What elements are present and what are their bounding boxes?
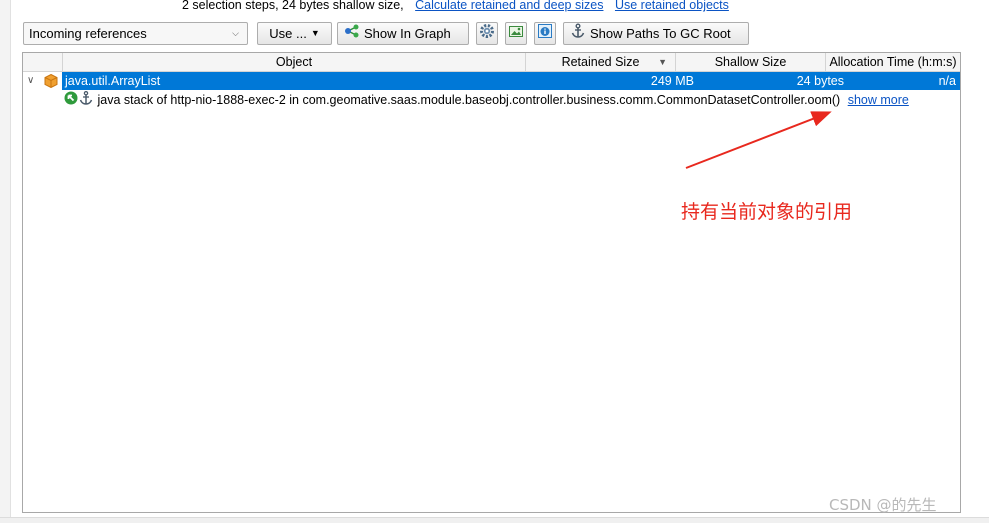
export-image-button[interactable]: [505, 22, 527, 45]
selection-info-text: 2 selection steps, 24 bytes shallow size…: [182, 0, 404, 12]
use-button-label: Use ...: [269, 26, 307, 41]
gc-root-arrow-icon: [64, 91, 78, 110]
object-cube-icon: [44, 74, 58, 88]
column-header-shallow-size[interactable]: Shallow Size: [676, 53, 826, 71]
info-icon: [537, 23, 553, 45]
collapse-arrow-icon[interactable]: ∨: [27, 72, 39, 90]
bottom-panel-edge: [0, 517, 989, 523]
calculate-retained-link[interactable]: Calculate retained and deep sizes: [415, 0, 603, 12]
show-in-graph-button[interactable]: Show In Graph: [337, 22, 469, 45]
settings-button[interactable]: [476, 22, 498, 45]
column-header-object[interactable]: Object: [63, 53, 526, 71]
column-header-allocation-time[interactable]: Allocation Time (h:m:s): [826, 53, 960, 71]
table-row-java-stack[interactable]: java stack of http-nio-1888-exec-2 in co…: [64, 91, 909, 109]
reference-type-combo[interactable]: Incoming references ⌵: [23, 22, 248, 45]
anchor-icon: [570, 23, 586, 45]
show-more-link[interactable]: show more: [848, 93, 909, 107]
header-blank: [23, 53, 63, 71]
table-header: Object Retained Size ▼ Shallow Size Allo…: [23, 53, 960, 72]
references-table: Object Retained Size ▼ Shallow Size Allo…: [22, 52, 961, 513]
gear-icon: [479, 23, 495, 45]
java-stack-text: java stack of http-nio-1888-exec-2 in co…: [97, 93, 841, 107]
anchor-icon: [78, 91, 94, 110]
column-header-retained-size[interactable]: Retained Size ▼: [526, 53, 676, 71]
show-in-graph-label: Show In Graph: [364, 26, 451, 41]
image-export-icon: [508, 23, 524, 45]
use-button[interactable]: Use ... ▼: [257, 22, 332, 45]
row-shallow-size: 24 bytes: [796, 74, 844, 88]
row-object-name: java.util.ArrayList: [65, 74, 161, 88]
retained-size-header-label: Retained Size: [561, 55, 640, 69]
left-panel-edge: [0, 0, 11, 522]
combo-value: Incoming references: [29, 26, 147, 41]
graph-icon: [344, 23, 360, 44]
annotation-text: 持有当前对象的引用: [681, 201, 853, 223]
row-retained-size: 249 MB: [650, 74, 694, 88]
watermark: CSDN @的先生: [829, 496, 937, 514]
use-retained-objects-link[interactable]: Use retained objects: [615, 0, 729, 12]
selection-info: 2 selection steps, 24 bytes shallow size…: [182, 0, 729, 14]
info-button[interactable]: [534, 22, 556, 45]
show-paths-to-gc-root-button[interactable]: Show Paths To GC Root: [563, 22, 749, 45]
dropdown-caret-icon: ▼: [310, 28, 320, 38]
sort-descending-icon: ▼: [658, 57, 667, 67]
chevron-down-icon: ⌵: [232, 28, 239, 38]
toolbar: Incoming references ⌵ Use ... ▼ Show In …: [23, 22, 763, 47]
table-row-root[interactable]: java.util.ArrayList 249 MB 24 bytes n/a: [62, 72, 960, 90]
show-paths-label: Show Paths To GC Root: [590, 26, 731, 41]
row-allocation-time: n/a: [938, 74, 956, 88]
